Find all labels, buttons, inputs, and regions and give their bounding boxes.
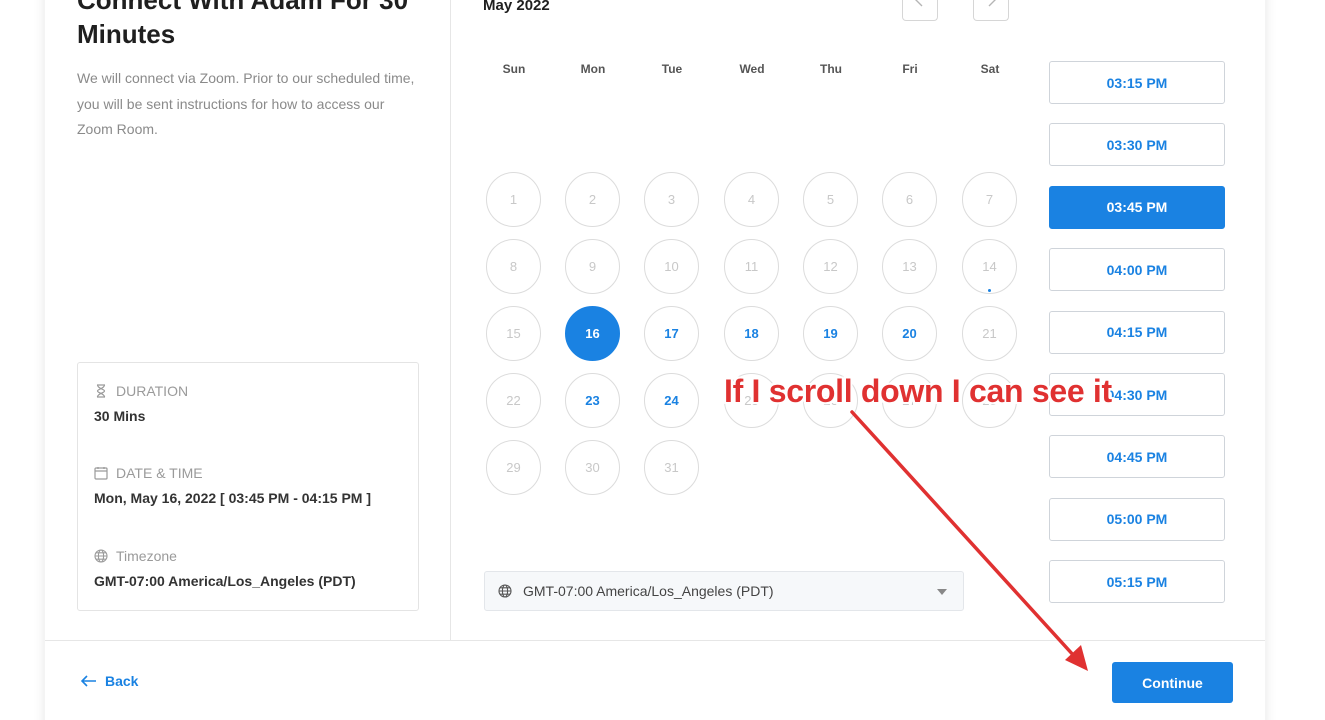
arrow-left-icon xyxy=(81,675,96,687)
time-slot-0415pm[interactable]: 04:15 PM xyxy=(1049,310,1225,354)
chevron-right-icon xyxy=(988,0,996,7)
timezone-select-value: GMT-07:00 America/Los_Angeles (PDT) xyxy=(523,583,774,599)
calendar-day-13: 13 xyxy=(882,239,937,294)
time-slot-0315pm[interactable]: 03:15 PM xyxy=(1049,61,1225,104)
caret-down-icon xyxy=(937,589,947,595)
calendar-day-4: 4 xyxy=(724,172,779,227)
calendar-day-17[interactable]: 17 xyxy=(644,306,699,361)
annotation-text: If I scroll down I can see it xyxy=(724,373,1112,409)
duration-detail: DURATION 30 Mins xyxy=(94,383,188,424)
calendar-day-12: 12 xyxy=(803,239,858,294)
back-button[interactable]: Back xyxy=(81,673,138,689)
calendar-month-label: May 2022 xyxy=(483,0,550,14)
duration-label: DURATION xyxy=(116,383,189,399)
today-marker-dot xyxy=(988,289,991,292)
calendar-day-15: 15 xyxy=(486,306,541,361)
calendar-day-2: 2 xyxy=(565,172,620,227)
calendar-day-19[interactable]: 19 xyxy=(803,306,858,361)
calendar-day-20[interactable]: 20 xyxy=(882,306,937,361)
prev-month-button[interactable] xyxy=(902,0,938,21)
calendar-day-24[interactable]: 24 xyxy=(644,373,699,428)
weekday-mon: Mon xyxy=(580,62,606,76)
next-month-button[interactable] xyxy=(973,0,1009,21)
datetime-detail: DATE & TIME Mon, May 16, 2022 [ 03:45 PM… xyxy=(94,465,371,506)
calendar-day-8: 8 xyxy=(486,239,541,294)
calendar-day-10: 10 xyxy=(644,239,699,294)
weekday-fri: Fri xyxy=(902,62,918,76)
booking-card: Connect With Adam For 30 Minutes We will… xyxy=(45,0,1265,720)
weekday-sat: Sat xyxy=(980,62,1000,76)
time-slot-0515pm[interactable]: 05:15 PM xyxy=(1049,560,1225,604)
weekday-tue: Tue xyxy=(661,62,683,76)
calendar-day-29: 29 xyxy=(486,440,541,495)
duration-value: 30 Mins xyxy=(94,408,146,424)
weekday-wed: Wed xyxy=(739,62,765,76)
calendar-day-22: 22 xyxy=(486,373,541,428)
weekday-thu: Thu xyxy=(820,62,842,76)
calendar-day-30: 30 xyxy=(565,440,620,495)
datetime-value: Mon, May 16, 2022 [ 03:45 PM - 04:15 PM … xyxy=(94,490,371,506)
calendar-day-21: 21 xyxy=(962,306,1017,361)
calendar-day-11: 11 xyxy=(724,239,779,294)
calendar-day-16[interactable]: 16 xyxy=(565,306,620,361)
booking-details-box: DURATION 30 Mins DATE & TIME Mon, May 16… xyxy=(77,362,419,611)
footer-divider xyxy=(45,640,1265,641)
calendar-day-9: 9 xyxy=(565,239,620,294)
calendar-icon xyxy=(94,467,108,480)
calendar-day-6: 6 xyxy=(882,172,937,227)
event-info-pane: Connect With Adam For 30 Minutes We will… xyxy=(45,0,451,640)
timezone-value: GMT-07:00 America/Los_Angeles (PDT) xyxy=(94,573,356,589)
back-label: Back xyxy=(105,673,139,689)
time-slot-0345pm[interactable]: 03:45 PM xyxy=(1049,185,1225,229)
calendar-day-14: 14 xyxy=(962,239,1017,294)
calendar-day-31: 31 xyxy=(644,440,699,495)
timezone-select[interactable]: GMT-07:00 America/Los_Angeles (PDT) xyxy=(484,571,964,611)
globe-icon xyxy=(94,549,108,563)
calendar-day-18[interactable]: 18 xyxy=(724,306,779,361)
datetime-label: DATE & TIME xyxy=(116,465,203,481)
chevron-left-icon xyxy=(915,0,923,7)
time-slot-0400pm[interactable]: 04:00 PM xyxy=(1049,248,1225,292)
calendar-day-7: 7 xyxy=(962,172,1017,227)
event-description: We will connect via Zoom. Prior to our s… xyxy=(77,70,415,137)
calendar-day-1: 1 xyxy=(486,172,541,227)
timezone-detail: Timezone GMT-07:00 America/Los_Angeles (… xyxy=(94,548,356,589)
continue-button[interactable]: Continue xyxy=(1112,662,1233,703)
time-slot-0445pm[interactable]: 04:45 PM xyxy=(1049,435,1225,479)
time-slot-0500pm[interactable]: 05:00 PM xyxy=(1049,497,1225,541)
event-title: Connect With Adam For 30 Minutes xyxy=(77,0,409,49)
calendar-day-23[interactable]: 23 xyxy=(565,373,620,428)
globe-icon xyxy=(498,584,512,598)
time-slot-0330pm[interactable]: 03:30 PM xyxy=(1049,123,1225,167)
timezone-label: Timezone xyxy=(116,548,177,564)
calendar-day-3: 3 xyxy=(644,172,699,227)
weekday-sun: Sun xyxy=(502,62,526,76)
calendar-day-5: 5 xyxy=(803,172,858,227)
hourglass-icon xyxy=(96,384,106,398)
